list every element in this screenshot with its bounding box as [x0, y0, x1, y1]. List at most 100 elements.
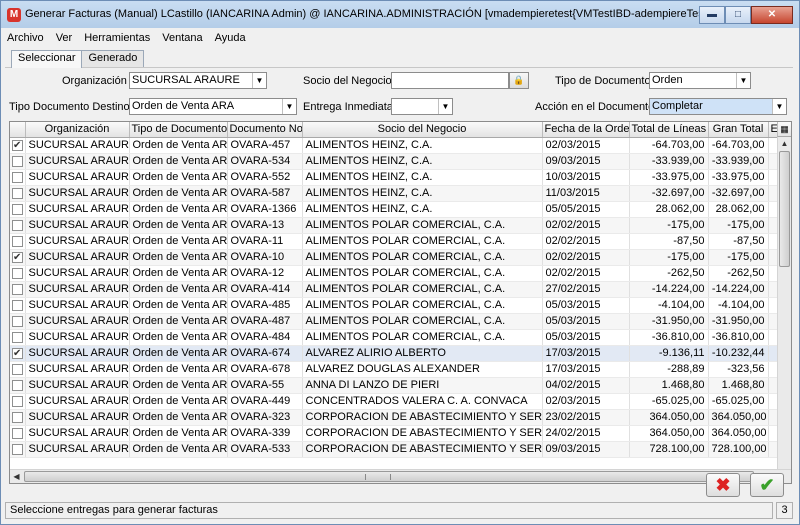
row-select-checkbox[interactable]	[10, 201, 26, 218]
checkbox-icon[interactable]	[11, 203, 23, 215]
checkbox-icon[interactable]	[11, 235, 23, 247]
col-organizacion[interactable]: Organización	[25, 122, 130, 138]
row-select-checkbox[interactable]	[10, 361, 26, 378]
docaction-select[interactable]: Completar ▼	[649, 98, 787, 115]
row-select-checkbox[interactable]	[10, 185, 26, 202]
row-select-checkbox[interactable]	[10, 441, 26, 458]
checkbox-icon[interactable]	[11, 299, 23, 311]
row-select-checkbox[interactable]: ✔	[10, 137, 26, 154]
checkbox-icon[interactable]	[11, 379, 23, 391]
scroll-up-icon[interactable]: ▲	[778, 137, 791, 151]
checkbox-icon[interactable]	[11, 395, 23, 407]
tab-seleccionar[interactable]: Seleccionar	[11, 50, 83, 68]
row-select-checkbox[interactable]	[10, 425, 26, 442]
table-row[interactable]: SUCURSAL ARAURE Orden de Venta ARA OVARA-1…	[10, 201, 779, 218]
vertical-scroll-thumb[interactable]	[779, 151, 790, 267]
doctype-select[interactable]: Orden ▼	[649, 72, 751, 89]
checkbox-icon[interactable]: ✔	[11, 139, 23, 151]
cell-tipo-documento: Orden de Venta ARA	[129, 409, 228, 426]
table-row[interactable]: SUCURSAL ARAURE Orden de Venta ARA OVARA-4…	[10, 393, 779, 410]
menu-archivo[interactable]: Archivo	[7, 30, 44, 46]
cell-organizacion: SUCURSAL ARAURE	[25, 169, 130, 186]
table-row[interactable]: SUCURSAL ARAURE Orden de Venta ARA OVARA-6…	[10, 361, 779, 378]
column-control-icon[interactable]: ▦	[777, 122, 791, 137]
checkbox-icon[interactable]	[11, 219, 23, 231]
menu-ventana[interactable]: Ventana	[162, 30, 202, 46]
cancel-button[interactable]: ✖	[706, 473, 740, 497]
checkbox-icon[interactable]	[11, 267, 23, 279]
table-row[interactable]: SUCURSAL ARAURE Orden de Venta ARA OVARA-1…	[10, 265, 779, 282]
cell-socio-negocio: ALIMENTOS POLAR COMERCIAL, C.A.	[302, 233, 543, 250]
col-total-lineas[interactable]: Total de Líneas	[629, 122, 709, 138]
checkbox-icon[interactable]	[11, 363, 23, 375]
table-row[interactable]: SUCURSAL ARAURE Orden de Venta ARA OVARA-5…	[10, 169, 779, 186]
table-row[interactable]: SUCURSAL ARAURE Orden de Venta ARA OVARA-4…	[10, 329, 779, 346]
checkbox-icon[interactable]	[11, 155, 23, 167]
tab-generado[interactable]: Generado	[81, 50, 145, 67]
col-fecha-orden[interactable]: Fecha de la Orden	[542, 122, 630, 138]
minimize-button[interactable]: ▬	[699, 6, 725, 24]
target-doctype-select[interactable]: Orden de Venta ARA ▼	[129, 98, 297, 115]
col-documento-no[interactable]: Documento No.	[227, 122, 303, 138]
row-select-checkbox[interactable]	[10, 169, 26, 186]
table-row[interactable]: SUCURSAL ARAURE Orden de Venta ARA OVARA-5…	[10, 377, 779, 394]
table-row[interactable]: SUCURSAL ARAURE Orden de Venta ARA OVARA-4…	[10, 297, 779, 314]
table-row[interactable]: SUCURSAL ARAURE Orden de Venta ARA OVARA-5…	[10, 153, 779, 170]
table-row[interactable]: SUCURSAL ARAURE Orden de Venta ARA OVARA-4…	[10, 281, 779, 298]
table-row[interactable]: ✔ SUCURSAL ARAURE Orden de Venta ARA OVARA-…	[10, 345, 779, 362]
table-row[interactable]: SUCURSAL ARAURE Orden de Venta ARA OVARA-1…	[10, 233, 779, 250]
cell-organizacion: SUCURSAL ARAURE	[25, 345, 130, 362]
checkbox-icon[interactable]	[11, 427, 23, 439]
row-select-checkbox[interactable]	[10, 377, 26, 394]
table-row[interactable]: SUCURSAL ARAURE Orden de Venta ARA OVARA-5…	[10, 185, 779, 202]
row-select-checkbox[interactable]	[10, 393, 26, 410]
row-select-checkbox[interactable]	[10, 313, 26, 330]
menu-ayuda[interactable]: Ayuda	[215, 30, 246, 46]
col-tipo-documento[interactable]: Tipo de Documento	[129, 122, 228, 138]
row-select-checkbox[interactable]	[10, 265, 26, 282]
maximize-button[interactable]: □	[725, 6, 751, 24]
partner-field[interactable]	[391, 72, 509, 89]
checkbox-icon[interactable]: ✔	[11, 347, 23, 359]
checkbox-icon[interactable]	[11, 171, 23, 183]
table-row[interactable]: ✔ SUCURSAL ARAURE Orden de Venta ARA OVARA-…	[10, 249, 779, 266]
row-select-checkbox[interactable]	[10, 409, 26, 426]
col-socio-negocio[interactable]: Socio del Negocio	[302, 122, 543, 138]
table-row[interactable]: SUCURSAL ARAURE Orden de Venta ARA OVARA-1…	[10, 217, 779, 234]
col-select[interactable]	[10, 122, 26, 138]
immediate-select[interactable]: ▼	[391, 98, 453, 115]
lookup-lock-icon[interactable]: 🔒	[509, 72, 529, 89]
row-select-checkbox[interactable]	[10, 217, 26, 234]
col-gran-total[interactable]: Gran Total	[708, 122, 769, 138]
scroll-left-icon[interactable]: ◀	[10, 470, 23, 483]
table-row[interactable]: SUCURSAL ARAURE Orden de Venta ARA OVARA-3…	[10, 409, 779, 426]
checkbox-icon[interactable]	[11, 331, 23, 343]
chevron-down-icon: ▼	[252, 73, 266, 88]
table-row[interactable]: SUCURSAL ARAURE Orden de Venta ARA OVARA-4…	[10, 313, 779, 330]
checkbox-icon[interactable]	[11, 443, 23, 455]
menu-herramientas[interactable]: Herramientas	[84, 30, 150, 46]
checkbox-icon[interactable]	[11, 411, 23, 423]
row-select-checkbox[interactable]	[10, 297, 26, 314]
row-select-checkbox[interactable]: ✔	[10, 249, 26, 266]
org-select[interactable]: SUCURSAL ARAURE ▼	[129, 72, 267, 89]
cell-organizacion: SUCURSAL ARAURE	[25, 441, 130, 458]
table-row[interactable]: SUCURSAL ARAURE Orden de Venta ARA OVARA-5…	[10, 441, 779, 458]
ok-button[interactable]: ✔	[750, 473, 784, 497]
row-select-checkbox[interactable]: ✔	[10, 345, 26, 362]
close-window-button[interactable]: ✕	[751, 6, 793, 24]
row-select-checkbox[interactable]	[10, 153, 26, 170]
checkbox-icon[interactable]	[11, 283, 23, 295]
checkbox-icon[interactable]	[11, 187, 23, 199]
menu-ver[interactable]: Ver	[56, 30, 73, 46]
row-select-checkbox[interactable]	[10, 233, 26, 250]
table-row[interactable]: ✔ SUCURSAL ARAURE Orden de Venta ARA OVARA-…	[10, 137, 779, 154]
horizontal-scrollbar[interactable]: ◀ ▶	[10, 469, 791, 483]
horizontal-scroll-thumb[interactable]	[24, 471, 754, 482]
vertical-scrollbar[interactable]: ▲	[777, 137, 791, 469]
table-row[interactable]: SUCURSAL ARAURE Orden de Venta ARA OVARA-3…	[10, 425, 779, 442]
row-select-checkbox[interactable]	[10, 329, 26, 346]
checkbox-icon[interactable]	[11, 315, 23, 327]
row-select-checkbox[interactable]	[10, 281, 26, 298]
checkbox-icon[interactable]: ✔	[11, 251, 23, 263]
